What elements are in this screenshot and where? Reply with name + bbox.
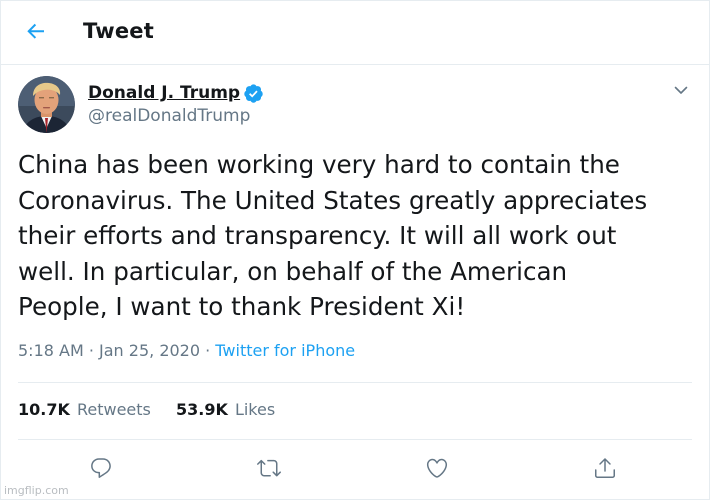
divider: [18, 382, 692, 383]
header: Tweet: [0, 0, 710, 65]
retweets-stat[interactable]: 10.7K Retweets: [18, 400, 151, 419]
author-name[interactable]: Donald J. Trump: [88, 83, 240, 103]
like-icon: [425, 456, 449, 484]
meta-separator: ·: [83, 341, 100, 360]
author-name-row: Donald J. Trump: [88, 81, 264, 105]
likes-stat[interactable]: 53.9K Likes: [176, 400, 275, 419]
tweet-text: China has been working very hard to cont…: [18, 150, 648, 321]
meta-separator-2: ·: [200, 341, 216, 360]
likes-count: 53.9K: [175, 400, 228, 419]
likes-label: Likes: [234, 400, 276, 419]
tweet-source-link[interactable]: Twitter for iPhone: [215, 341, 355, 360]
reply-icon: [89, 456, 113, 484]
watermark: imgflip.com: [4, 484, 69, 497]
tweet-meta: 5:18 AM · Jan 25, 2020 · Twitter for iPh…: [18, 341, 355, 360]
retweets-count: 10.7K: [18, 400, 70, 419]
avatar[interactable]: [18, 76, 75, 133]
retweet-icon: [257, 456, 281, 484]
tweet-date[interactable]: Jan 25, 2020: [99, 341, 200, 360]
share-button[interactable]: [592, 457, 618, 483]
retweets-label: Retweets: [76, 400, 151, 419]
back-button[interactable]: [20, 17, 52, 49]
share-icon: [593, 456, 617, 484]
page-title: Tweet: [83, 19, 154, 43]
verified-badge-icon: [243, 83, 264, 104]
tweet-stats: 10.7K Retweets 53.9K Likes: [18, 400, 295, 419]
chevron-down-icon: [673, 82, 689, 102]
back-arrow-icon: [24, 19, 48, 47]
author-handle[interactable]: @realDonaldTrump: [88, 106, 250, 126]
divider: [18, 439, 692, 440]
like-button[interactable]: [424, 457, 450, 483]
reply-button[interactable]: [88, 457, 114, 483]
tweet-time[interactable]: 5:18 AM: [18, 341, 84, 360]
more-options-button[interactable]: [670, 81, 692, 103]
retweet-button[interactable]: [256, 457, 282, 483]
